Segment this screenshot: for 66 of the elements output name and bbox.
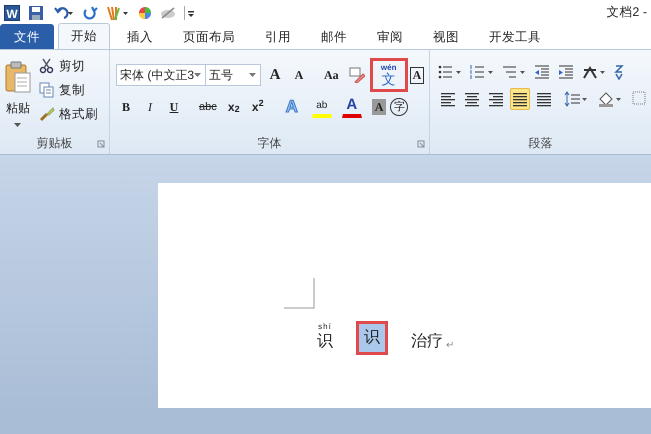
clipboard-icon	[5, 60, 31, 92]
pinyin-text: shí	[318, 323, 332, 331]
ribbon-tab[interactable]: 邮件	[308, 24, 360, 49]
bullets-icon[interactable]	[438, 64, 462, 80]
bold-button[interactable]: B	[116, 96, 136, 118]
borders-icon[interactable]	[632, 91, 646, 107]
ribbon-tab[interactable]: 引用	[252, 24, 304, 49]
ribbon-tab[interactable]: 开发工具	[476, 24, 554, 49]
sup-button[interactable]: x$^{2}$	[248, 96, 268, 118]
font-name-dropdown[interactable]: 宋体 (中文正3	[116, 64, 206, 86]
ribbon-tab[interactable]: 插入	[114, 24, 166, 49]
file-tab[interactable]: 文件	[0, 24, 54, 49]
case-button[interactable]: Aa	[321, 64, 342, 86]
redo-icon[interactable]	[82, 4, 98, 20]
underline-button[interactable]: U	[164, 96, 184, 118]
numbering-icon[interactable]	[470, 64, 494, 80]
highlight-button[interactable]: ab	[312, 96, 332, 118]
line-spacing-icon[interactable]	[564, 91, 588, 107]
margin-corner-mark	[284, 278, 316, 310]
window-title: 文档2 -	[606, 4, 647, 22]
chinese-layout-icon[interactable]	[582, 64, 606, 80]
caret-icon	[194, 72, 202, 78]
ribbon-tab[interactable]: 页面布局	[170, 24, 248, 49]
cut-button[interactable]: 剪切	[36, 54, 101, 78]
ribbon-tab[interactable]: 开始	[58, 23, 110, 49]
phonetic-button[interactable]: wén 文	[372, 60, 406, 90]
group-label: 剪贴板	[36, 135, 74, 152]
caret-icon	[249, 72, 257, 78]
paragraph-mark: ↵	[446, 339, 454, 353]
align-justify-button[interactable]	[510, 88, 530, 110]
shrink-button[interactable]: A	[289, 64, 309, 86]
save-icon[interactable]	[28, 4, 44, 20]
document-text: 识	[316, 332, 334, 352]
launcher-icon[interactable]	[97, 140, 105, 148]
paint-bucket-icon[interactable]	[598, 91, 622, 107]
undo-icon[interactable]	[52, 4, 74, 20]
paste-button[interactable]: 粘贴	[4, 54, 32, 134]
ribbon-tab[interactable]: 审阅	[364, 24, 416, 49]
grow-button[interactable]: A	[265, 64, 285, 86]
caret-icon	[14, 122, 22, 128]
font-size-dropdown[interactable]: 五号	[206, 64, 261, 86]
copy-icon	[39, 82, 55, 98]
format-painter-button[interactable]: 格式刷	[36, 102, 101, 126]
italic-button[interactable]: I	[140, 96, 160, 118]
document-text: 识	[358, 323, 386, 353]
ribbon-tab[interactable]: 视图	[420, 24, 472, 49]
border-button[interactable]: A	[410, 66, 424, 84]
multilevel-list-icon[interactable]	[502, 64, 526, 80]
customize-caret-icon[interactable]	[184, 6, 194, 20]
decrease-indent-icon[interactable]	[534, 64, 550, 80]
group-label: 字体	[256, 135, 282, 152]
scissors-icon	[39, 58, 55, 74]
copy-button[interactable]: 复制	[36, 78, 101, 102]
color-button[interactable]: A	[342, 96, 362, 118]
enclose-button[interactable]: 字	[390, 98, 408, 116]
launcher-icon[interactable]	[417, 140, 425, 148]
paintbrush-icon	[39, 106, 55, 122]
shading-button[interactable]: A	[372, 99, 386, 115]
color-wheel-icon[interactable]	[138, 6, 152, 20]
strike-button[interactable]: abc	[196, 96, 220, 118]
document-text: 治疗	[410, 332, 444, 352]
sub-button[interactable]: x$_{2}$	[224, 96, 244, 118]
group-label: 段落	[528, 135, 554, 152]
pens-icon[interactable]	[106, 4, 130, 20]
increase-indent-icon[interactable]	[558, 64, 574, 80]
app-logo[interactable]: W	[4, 4, 20, 20]
